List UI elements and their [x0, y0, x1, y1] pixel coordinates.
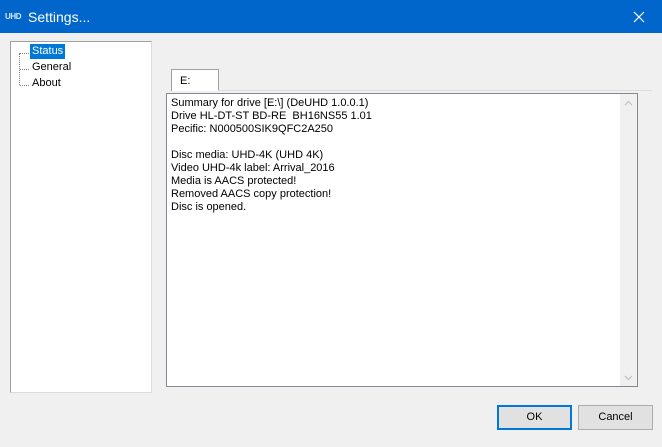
cancel-button[interactable]: Cancel [578, 405, 653, 430]
tab-label: E: [180, 75, 191, 87]
tree-item-about[interactable]: About [30, 76, 63, 91]
summary-line: Disc is opened. [171, 201, 247, 213]
summary-line [171, 136, 617, 149]
vertical-scrollbar[interactable] [620, 94, 637, 386]
scroll-up-button[interactable] [620, 94, 637, 111]
close-button[interactable] [616, 0, 662, 33]
summary-line: Disc media: UHD-4K (UHD 4K) [171, 149, 324, 161]
app-logo: UHD [5, 12, 22, 21]
summary-line: Video UHD-4k label: Arrival_2016 [171, 162, 335, 174]
window-title: Settings... [28, 9, 91, 25]
summary-line: Removed AACS copy protection! [171, 188, 332, 200]
ok-button[interactable]: OK [497, 405, 572, 430]
tree-item-status[interactable]: Status [30, 44, 66, 59]
summary-text: Summary for drive [E:\] (DeUHD 1.0.0.1) … [171, 97, 617, 214]
summary-textbox[interactable]: Summary for drive [E:\] (DeUHD 1.0.0.1) … [166, 93, 638, 387]
scroll-down-button[interactable] [620, 369, 637, 386]
summary-line: Media is AACS protected! [171, 175, 297, 187]
tab-drive-e[interactable]: E: [171, 69, 219, 91]
tree-connector [20, 53, 29, 54]
tab-panel-border [218, 90, 652, 91]
settings-tree[interactable]: Status General About [10, 41, 152, 393]
chevron-down-icon [624, 375, 633, 380]
summary-line: Summary for drive [E:\] (DeUHD 1.0.0.1) [171, 97, 369, 109]
chevron-up-icon [624, 100, 633, 105]
tree-connector [20, 85, 29, 86]
summary-line: Drive HL-DT-ST BD-RE BH16NS55 1.01 [171, 110, 372, 122]
summary-line: Pecific: N000500SIK9QFC2A250 [171, 123, 334, 135]
tree-connector [20, 69, 29, 70]
title-bar: UHD Settings... [0, 0, 662, 33]
tree-item-general[interactable]: General [30, 60, 73, 75]
close-icon [633, 11, 645, 22]
